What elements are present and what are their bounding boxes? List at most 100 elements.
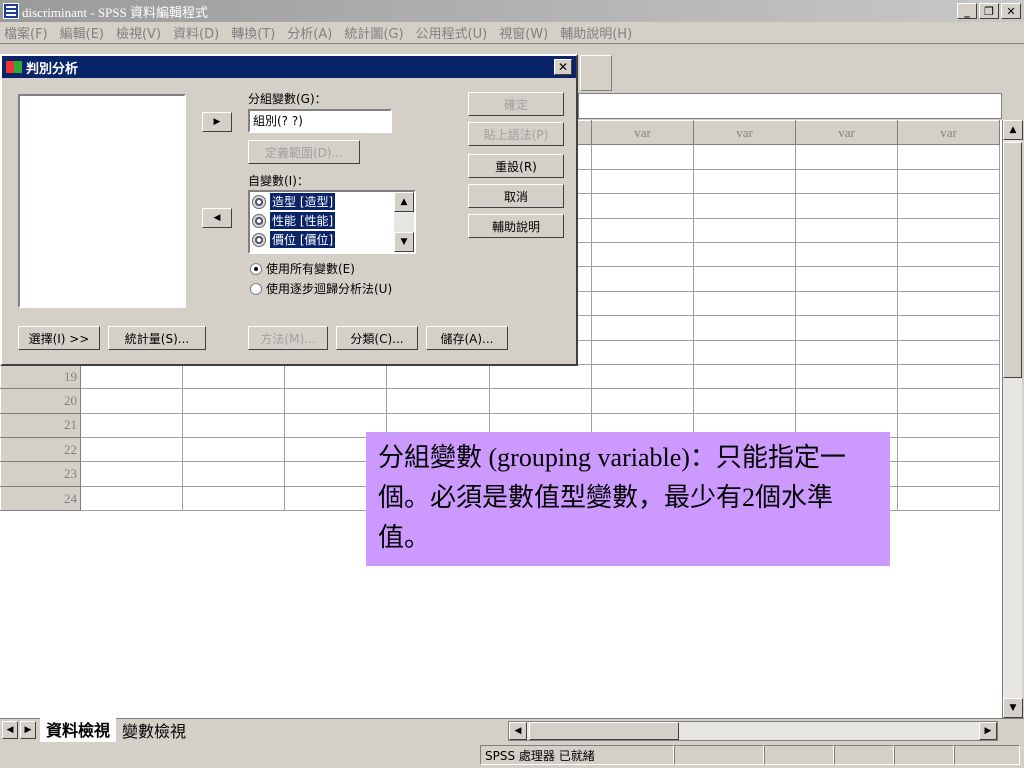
define-range-button[interactable]: 定義範圍(D)... — [248, 140, 360, 164]
close-button[interactable]: ✕ — [1001, 3, 1021, 19]
row-header[interactable]: 23 — [0, 461, 81, 487]
help-button[interactable]: 輔助說明 — [468, 214, 564, 238]
table-cell[interactable] — [897, 168, 1000, 195]
move-to-grouping-button[interactable]: ▶ — [202, 112, 232, 132]
table-cell[interactable] — [795, 290, 898, 317]
scroll-down-button[interactable]: ▼ — [1003, 698, 1023, 718]
table-cell[interactable] — [182, 363, 285, 390]
menu-analyze[interactable]: 分析(A) — [287, 23, 332, 42]
table-cell[interactable] — [795, 339, 898, 365]
table-cell[interactable] — [897, 363, 1000, 390]
spss-app-icon[interactable] — [3, 3, 19, 19]
hscroll-thumb[interactable] — [529, 722, 679, 740]
minimize-button[interactable]: _ — [957, 3, 977, 19]
table-cell[interactable] — [489, 388, 592, 414]
row-header[interactable]: 24 — [0, 485, 81, 512]
table-cell[interactable] — [897, 241, 1000, 268]
table-cell[interactable] — [80, 412, 183, 439]
source-variable-list[interactable] — [18, 94, 186, 308]
table-cell[interactable] — [693, 144, 796, 170]
table-cell[interactable] — [693, 315, 796, 341]
table-cell[interactable] — [693, 339, 796, 365]
radio-button-selected[interactable] — [250, 262, 262, 275]
table-cell[interactable] — [897, 266, 1000, 292]
table-cell[interactable] — [182, 461, 285, 487]
table-cell[interactable] — [897, 217, 1000, 243]
menu-edit[interactable]: 編輯(E) — [60, 23, 104, 42]
tab-variable-view[interactable]: 變數檢視 — [116, 718, 192, 742]
table-cell[interactable] — [591, 144, 694, 170]
scroll-thumb[interactable] — [1003, 142, 1022, 378]
table-cell[interactable] — [182, 388, 285, 414]
column-header-var[interactable]: var — [591, 120, 694, 146]
menu-window[interactable]: 視窗(W) — [499, 23, 548, 42]
table-cell[interactable] — [591, 168, 694, 195]
list-item[interactable]: 造型 [造型] — [250, 192, 414, 211]
menu-file[interactable]: 檔案(F) — [4, 23, 48, 42]
table-cell[interactable] — [897, 437, 1000, 463]
table-cell[interactable] — [591, 290, 694, 317]
table-cell[interactable] — [591, 315, 694, 341]
menu-view[interactable]: 檢視(V) — [116, 23, 161, 42]
table-cell[interactable] — [693, 168, 796, 195]
table-cell[interactable] — [897, 461, 1000, 487]
horizontal-scrollbar[interactable]: ◀ ▶ — [508, 721, 998, 741]
vertical-scrollbar[interactable]: ▲ ▼ — [1002, 120, 1023, 718]
table-cell[interactable] — [795, 363, 898, 390]
column-header-var[interactable]: var — [693, 120, 796, 146]
list-item[interactable]: 性能 [性能] — [250, 211, 414, 230]
menu-help[interactable]: 輔助說明(H) — [560, 23, 632, 42]
table-cell[interactable] — [591, 193, 694, 219]
table-cell[interactable] — [182, 485, 285, 512]
menu-data[interactable]: 資料(D) — [173, 23, 219, 42]
tab-prev-button[interactable]: ◀ — [2, 721, 18, 739]
table-cell[interactable] — [897, 339, 1000, 365]
dialog-close-button[interactable]: ✕ — [554, 59, 572, 75]
method-button[interactable]: 方法(M)... — [248, 326, 328, 350]
ok-button[interactable]: 確定 — [468, 92, 564, 116]
table-cell[interactable] — [795, 193, 898, 219]
table-cell[interactable] — [693, 193, 796, 219]
table-cell[interactable] — [693, 266, 796, 292]
table-cell[interactable] — [795, 144, 898, 170]
table-cell[interactable] — [693, 388, 796, 414]
table-cell[interactable] — [284, 363, 387, 390]
grouping-variable-field[interactable]: 組別(? ?) — [248, 109, 392, 133]
table-cell[interactable] — [591, 388, 694, 414]
table-cell[interactable] — [80, 437, 183, 463]
row-header[interactable]: 20 — [0, 388, 81, 414]
list-item[interactable]: 價位 [價位] — [250, 230, 414, 249]
scroll-right-button[interactable]: ▶ — [979, 722, 997, 740]
list-scroll-up-button[interactable]: ▲ — [394, 192, 414, 212]
table-cell[interactable] — [795, 168, 898, 195]
table-cell[interactable] — [897, 193, 1000, 219]
table-cell[interactable] — [80, 461, 183, 487]
table-cell[interactable] — [795, 241, 898, 268]
menu-transform[interactable]: 轉換(T) — [231, 23, 275, 42]
table-cell[interactable] — [795, 266, 898, 292]
table-cell[interactable] — [182, 412, 285, 439]
radio-button[interactable] — [250, 282, 262, 295]
table-cell[interactable] — [80, 363, 183, 390]
table-cell[interactable] — [591, 217, 694, 243]
row-header[interactable]: 19 — [0, 363, 81, 390]
table-cell[interactable] — [897, 144, 1000, 170]
table-cell[interactable] — [591, 266, 694, 292]
menu-utilities[interactable]: 公用程式(U) — [416, 23, 488, 42]
scroll-up-button[interactable]: ▲ — [1003, 120, 1023, 140]
table-cell[interactable] — [897, 412, 1000, 439]
column-header-var[interactable]: var — [795, 120, 898, 146]
radio-use-all-variables[interactable]: 使用所有變數(E) — [250, 260, 355, 277]
list-scroll-down-button[interactable]: ▼ — [394, 232, 414, 252]
table-cell[interactable] — [897, 388, 1000, 414]
toolbar-button[interactable] — [580, 55, 612, 91]
table-cell[interactable] — [182, 437, 285, 463]
select-button[interactable]: 選擇(I) >> — [18, 326, 100, 350]
table-cell[interactable] — [386, 363, 490, 390]
table-cell[interactable] — [795, 388, 898, 414]
table-cell[interactable] — [693, 363, 796, 390]
table-cell[interactable] — [693, 217, 796, 243]
tab-data-view[interactable]: 資料檢視 — [40, 717, 117, 743]
save-button[interactable]: 儲存(A)... — [426, 326, 508, 350]
table-cell[interactable] — [693, 290, 796, 317]
